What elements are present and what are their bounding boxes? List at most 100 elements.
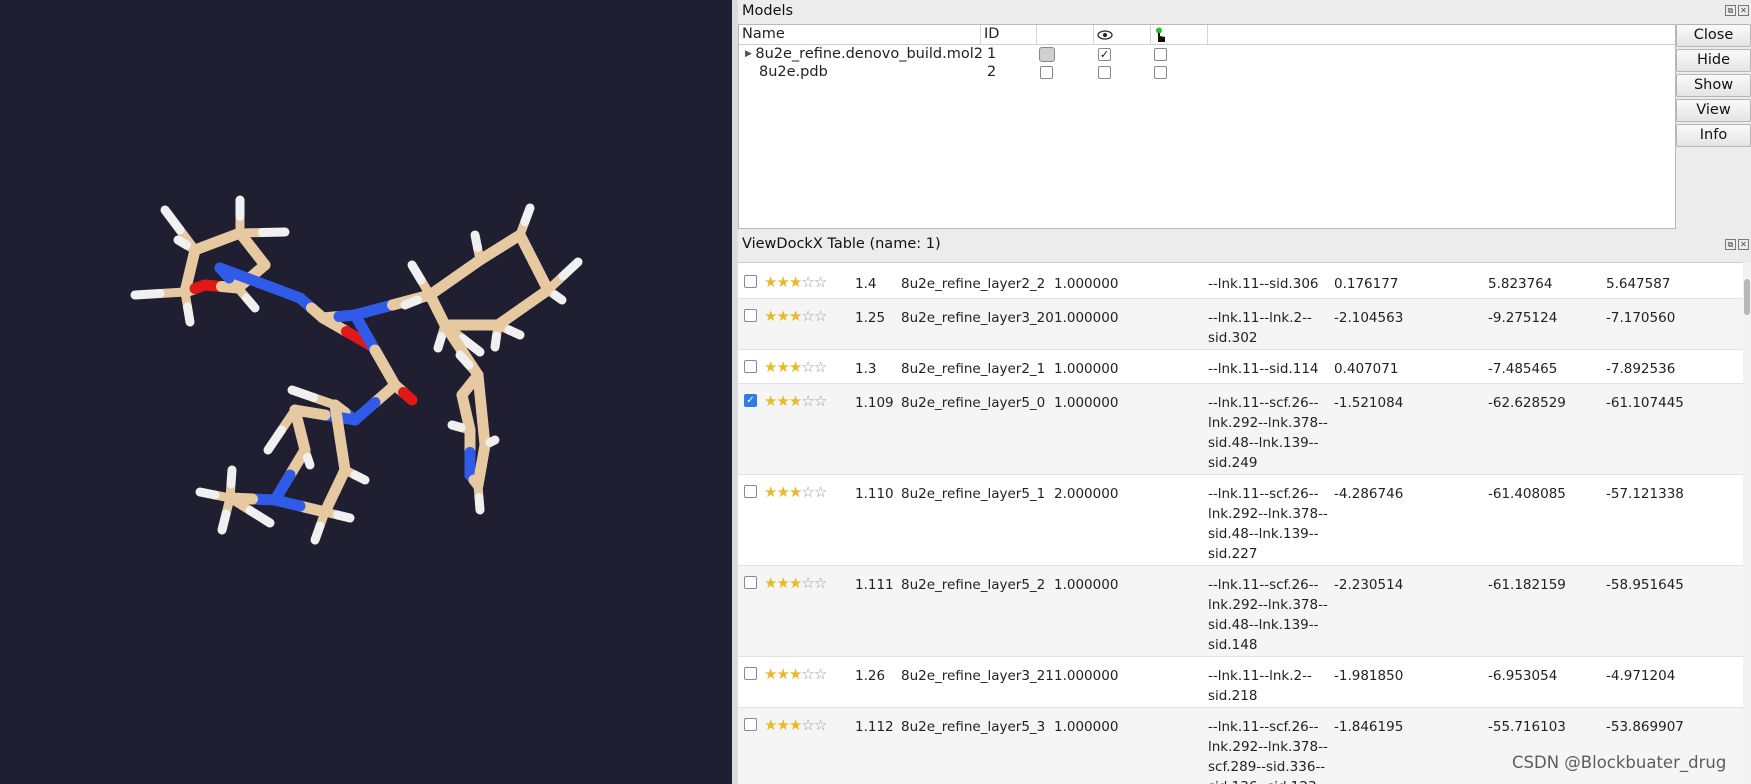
model-shown-checkbox[interactable]: ✓ bbox=[1098, 47, 1111, 61]
star-icon[interactable]: ★ bbox=[776, 483, 789, 501]
star-icon[interactable]: ☆ bbox=[814, 716, 827, 734]
star-icon[interactable]: ★ bbox=[789, 716, 802, 734]
model-color-swatch[interactable] bbox=[1039, 46, 1055, 62]
star-icon[interactable]: ☆ bbox=[814, 307, 827, 325]
star-icon[interactable]: ★ bbox=[789, 665, 802, 683]
close-button[interactable]: Close bbox=[1676, 24, 1751, 47]
star-icon[interactable]: ☆ bbox=[814, 483, 827, 501]
star-icon[interactable]: ☆ bbox=[801, 483, 814, 501]
close-panel-icon[interactable]: ✕ bbox=[1738, 239, 1749, 250]
vertical-scrollbar[interactable] bbox=[1743, 262, 1751, 784]
star-icon[interactable]: ☆ bbox=[801, 574, 814, 592]
star-icon[interactable]: ★ bbox=[776, 716, 789, 734]
model-row[interactable]: ▶ 8u2e_refine.denovo_build.mol2 1 ✓ bbox=[739, 45, 1675, 63]
bond-half bbox=[245, 506, 275, 528]
star-icon[interactable]: ★ bbox=[764, 716, 777, 734]
row-checkbox[interactable] bbox=[744, 485, 757, 498]
star-icon[interactable]: ☆ bbox=[801, 273, 814, 291]
table-row[interactable]: ★★★☆☆ 1.110 8u2e_refine_layer5_1 2.000000 --… bbox=[738, 475, 1743, 566]
close-panel-icon[interactable]: ✕ bbox=[1738, 5, 1749, 16]
table-row[interactable]: ★★★☆☆ 1.26 8u2e_refine_layer3_21 1.000000 --… bbox=[738, 657, 1743, 708]
rating-stars[interactable]: ★★★☆☆ bbox=[764, 574, 827, 592]
models-panel-controls: ⧉ ✕ bbox=[1725, 5, 1749, 16]
star-icon[interactable]: ★ bbox=[764, 358, 777, 376]
star-icon[interactable]: ★ bbox=[764, 273, 777, 291]
rating-stars[interactable]: ★★★☆☆ bbox=[764, 716, 827, 734]
star-icon[interactable]: ★ bbox=[789, 392, 802, 410]
row-checkbox[interactable] bbox=[744, 275, 757, 288]
star-icon[interactable]: ★ bbox=[764, 665, 777, 683]
cell-score: -62.628529 bbox=[1488, 395, 1566, 411]
scrollbar-thumb[interactable] bbox=[1744, 279, 1750, 315]
star-icon[interactable]: ☆ bbox=[801, 716, 814, 734]
star-icon[interactable]: ★ bbox=[789, 273, 802, 291]
column-header-id[interactable]: ID bbox=[981, 25, 1037, 44]
star-icon[interactable]: ★ bbox=[776, 273, 789, 291]
cell-name: 8u2e_refine_layer2_2 bbox=[901, 276, 1046, 292]
model-row[interactable]: 8u2e.pdb 2 bbox=[739, 63, 1675, 81]
model-select-checkbox[interactable] bbox=[1154, 65, 1167, 79]
row-checkbox[interactable] bbox=[744, 576, 757, 589]
panel-splitter[interactable] bbox=[738, 229, 1751, 233]
column-header-shown[interactable] bbox=[1094, 25, 1151, 44]
star-icon[interactable]: ★ bbox=[776, 392, 789, 410]
column-header-select[interactable] bbox=[1151, 25, 1208, 44]
star-icon[interactable]: ★ bbox=[776, 307, 789, 325]
expand-triangle-icon[interactable]: ▶ bbox=[745, 49, 755, 59]
column-header-color[interactable] bbox=[1037, 25, 1094, 44]
star-icon[interactable]: ☆ bbox=[814, 358, 827, 376]
star-icon[interactable]: ★ bbox=[789, 483, 802, 501]
table-row[interactable]: ★★★☆☆ 1.4 8u2e_refine_layer2_2 1.000000 --ln… bbox=[738, 265, 1743, 299]
rating-stars[interactable]: ★★★☆☆ bbox=[764, 392, 827, 410]
view-button[interactable]: View bbox=[1676, 99, 1751, 122]
star-icon[interactable]: ★ bbox=[764, 307, 777, 325]
star-icon[interactable]: ★ bbox=[764, 574, 777, 592]
star-icon[interactable]: ☆ bbox=[814, 665, 827, 683]
star-icon[interactable]: ☆ bbox=[801, 392, 814, 410]
column-header-spacer bbox=[1208, 25, 1675, 44]
rating-stars[interactable]: ★★★☆☆ bbox=[764, 273, 827, 291]
star-icon[interactable]: ★ bbox=[776, 574, 789, 592]
star-icon[interactable]: ☆ bbox=[801, 358, 814, 376]
cell-name: 8u2e_refine_layer3_21 bbox=[901, 668, 1054, 684]
star-icon[interactable]: ★ bbox=[776, 665, 789, 683]
undock-icon[interactable]: ⧉ bbox=[1725, 239, 1736, 250]
star-icon[interactable]: ★ bbox=[789, 307, 802, 325]
bond-half bbox=[558, 257, 583, 281]
table-row[interactable]: ★★★☆☆ 1.111 8u2e_refine_layer5_2 1.000000 --… bbox=[738, 566, 1743, 657]
hide-button[interactable]: Hide bbox=[1676, 49, 1751, 72]
rating-stars[interactable]: ★★★☆☆ bbox=[764, 665, 827, 683]
row-checkbox[interactable]: ✓ bbox=[744, 394, 757, 407]
rating-stars[interactable]: ★★★☆☆ bbox=[764, 483, 827, 501]
star-icon[interactable]: ★ bbox=[764, 483, 777, 501]
row-checkbox[interactable] bbox=[744, 360, 757, 373]
table-row[interactable]: ★★★☆☆ 1.3 8u2e_refine_layer2_1 1.000000 --ln… bbox=[738, 350, 1743, 384]
show-button[interactable]: Show bbox=[1676, 74, 1751, 97]
info-button[interactable]: Info bbox=[1676, 124, 1751, 147]
table-row[interactable]: ★★★☆☆ 1.25 8u2e_refine_layer3_20 1.000000 --… bbox=[738, 299, 1743, 350]
undock-icon[interactable]: ⧉ bbox=[1725, 5, 1736, 16]
star-icon[interactable]: ★ bbox=[789, 574, 802, 592]
table-row[interactable]: ✓ ★★★☆☆ 1.109 8u2e_refine_layer5_0 1.000000-… bbox=[738, 384, 1743, 475]
row-checkbox[interactable] bbox=[744, 718, 757, 731]
row-checkbox[interactable] bbox=[744, 309, 757, 322]
star-icon[interactable]: ☆ bbox=[801, 307, 814, 325]
models-panel-title: Models bbox=[742, 3, 794, 19]
model-color-checkbox[interactable] bbox=[1040, 65, 1053, 79]
rating-stars[interactable]: ★★★☆☆ bbox=[764, 307, 827, 325]
model-shown-checkbox[interactable] bbox=[1098, 65, 1111, 79]
model-select-checkbox[interactable] bbox=[1154, 47, 1167, 61]
star-icon[interactable]: ☆ bbox=[814, 273, 827, 291]
rating-stars[interactable]: ★★★☆☆ bbox=[764, 358, 827, 376]
star-icon[interactable]: ☆ bbox=[814, 392, 827, 410]
star-icon[interactable]: ★ bbox=[776, 358, 789, 376]
table-row[interactable]: ★★★☆☆ 1.112 8u2e_refine_layer5_3 1.000000 --… bbox=[738, 708, 1743, 784]
bond-half bbox=[217, 509, 231, 535]
column-header-name[interactable]: Name bbox=[739, 25, 981, 44]
star-icon[interactable]: ☆ bbox=[814, 574, 827, 592]
row-checkbox[interactable] bbox=[744, 667, 757, 680]
molecule-3d-viewer[interactable] bbox=[0, 0, 732, 784]
star-icon[interactable]: ★ bbox=[764, 392, 777, 410]
star-icon[interactable]: ★ bbox=[789, 358, 802, 376]
star-icon[interactable]: ☆ bbox=[801, 665, 814, 683]
